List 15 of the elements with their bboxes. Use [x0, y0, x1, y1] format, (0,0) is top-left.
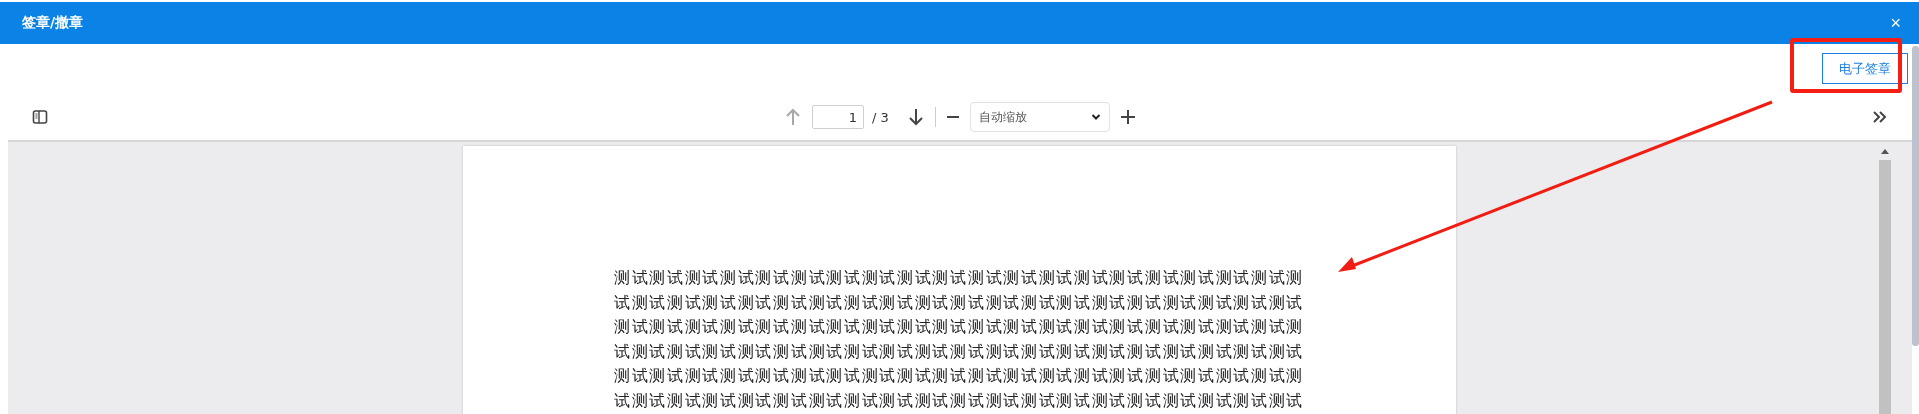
document-text-line: 测试测试测试测试测试测试测试测试测试测试测试测试测试测试测试测试测试测试测试测 [613, 316, 1305, 339]
close-button[interactable]: × [1886, 12, 1905, 34]
scroll-up-icon[interactable] [1881, 148, 1889, 154]
chevron-down-icon [1090, 113, 1101, 121]
sidebar-toggle-icon[interactable] [30, 107, 50, 127]
e-signature-button[interactable]: 电子签章 [1822, 53, 1908, 84]
page-number-field[interactable]: 1 [812, 105, 864, 129]
document-text-line: 测试测试测试测试测试测试测试测试测试测试测试测试测试测试测试测试测试测试测试测 [613, 267, 1305, 289]
page-count: / 3 [872, 109, 889, 125]
document-text-line: 试测试测试测试测试测试测试测试测试测试测试测试测试测试测试测试测试测试测试测试 [613, 389, 1305, 412]
window-title: 签章/撤章 [22, 14, 84, 32]
document-text-line: 试测试测试测试测试测试测试测试测试测试测试测试测试测试测试测试测试测试测试测试 [613, 340, 1305, 363]
document-text-line: 测试测试测试测试测试测试测试测试测试测试测试测试测试测试测试测试测试测试测试测 [613, 365, 1305, 388]
zoom-select[interactable]: 自动缩放 [969, 102, 1110, 132]
document-text-line: 试测试测试测试测试测试测试测试测试测试测试测试测试测试测试测试测试测试测试测试 [613, 291, 1305, 314]
